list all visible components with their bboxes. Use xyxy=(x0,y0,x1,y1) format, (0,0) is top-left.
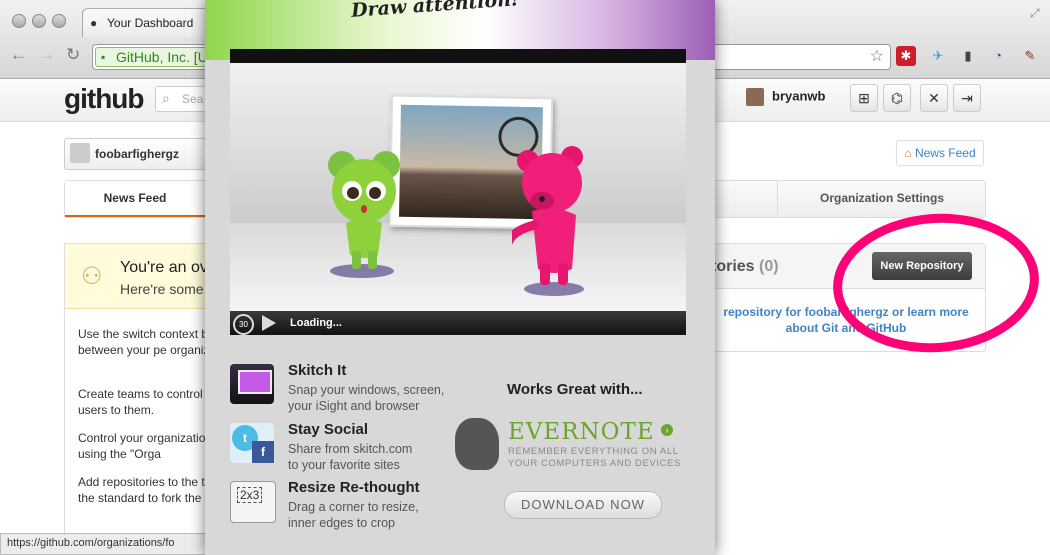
pink-monster xyxy=(512,146,584,296)
feature-desc-1: Drag a corner to resize, xyxy=(288,500,419,514)
context-name: foobarfighergz xyxy=(95,147,179,161)
evernote-slogan-line: YOUR COMPUTERS AND DEVICES xyxy=(508,458,681,469)
welcome-title: You're an ov xyxy=(120,259,208,276)
welcome-subtitle: Here're some xyxy=(120,281,204,297)
feature-title: Skitch It xyxy=(288,362,347,379)
browser-tab[interactable]: ● Your Dashboard xyxy=(82,8,214,37)
evernote-logo[interactable]: EVERNOTE xyxy=(508,419,655,445)
skitch-it-icon xyxy=(230,364,274,404)
evernote-slogan: REMEMBER EVERYTHING ON ALL YOUR COMPUTER… xyxy=(508,446,681,470)
video-floor xyxy=(230,223,686,311)
green-monster xyxy=(328,151,400,278)
ssl-identity[interactable]: ▪ GitHub, Inc. [U xyxy=(95,47,215,67)
video-frame xyxy=(230,63,686,311)
phone-extension-icon[interactable]: ▮ xyxy=(958,46,978,66)
repositories-title-text: tories xyxy=(711,258,755,275)
tab-organization-settings[interactable]: Organization Settings xyxy=(777,181,986,217)
search-icon: ⌕ xyxy=(162,90,170,106)
fullscreen-icon[interactable]: ⤢ xyxy=(1030,6,1040,21)
feature-desc-1: Snap your windows, screen, xyxy=(288,383,445,397)
player-controls: 30 Loading... xyxy=(230,311,686,335)
new-repo-icon[interactable]: ⊞ xyxy=(850,84,878,112)
welcome-panel: ⚇ You're an ov Here're some Use the swit… xyxy=(64,243,216,545)
video-player[interactable]: 30 Loading... xyxy=(230,49,686,335)
news-feed-button[interactable]: ⌂ News Feed xyxy=(896,140,984,166)
help-paragraph: Add repositories to the the right or the… xyxy=(78,475,215,505)
forward-icon[interactable]: → xyxy=(38,45,55,65)
logout-icon[interactable]: ⇥ xyxy=(953,84,981,112)
resize-icon: 2x3 xyxy=(230,481,276,523)
settings-tools-icon[interactable]: ✕ xyxy=(920,84,948,112)
evernote-slogan-line: REMEMBER EVERYTHING ON ALL xyxy=(508,446,679,457)
broadcast-icon[interactable]: ⌬ xyxy=(883,84,911,112)
repositories-title: tories (0) xyxy=(711,258,779,276)
minimize-window-icon[interactable] xyxy=(32,14,46,28)
zoom-window-icon[interactable] xyxy=(52,14,66,28)
play-icon[interactable] xyxy=(262,315,276,331)
speed-extension-icon[interactable]: ◔ xyxy=(988,46,1008,66)
feature-desc-1: Share from skitch.com xyxy=(288,442,413,456)
help-paragraph: Control your organization settings using… xyxy=(78,431,215,461)
username: bryanwb xyxy=(772,88,826,104)
help-paragraph: Use the switch context b switch between … xyxy=(78,327,215,357)
lastpass-icon[interactable]: ✱ xyxy=(896,46,916,66)
welcome-box: ⚇ You're an ov Here're some xyxy=(65,244,215,309)
team-icon: ⚇ xyxy=(81,263,103,290)
skip-back-icon[interactable]: 30 xyxy=(233,314,254,335)
reload-icon[interactable]: ↻ xyxy=(66,45,80,65)
lock-icon: ▪ xyxy=(101,50,106,64)
user-menu[interactable]: bryanwb xyxy=(746,88,825,106)
tab-title: Your Dashboard xyxy=(107,16,194,30)
rss-icon: ⌂ xyxy=(904,146,912,160)
arrow-right-icon[interactable]: › xyxy=(661,424,673,436)
bird-extension-icon[interactable]: ✈ xyxy=(928,46,948,66)
search-placeholder: Sea xyxy=(182,92,204,106)
repositories-count: (0) xyxy=(759,258,779,275)
github-logo[interactable]: github xyxy=(64,83,145,115)
skitch-tagline: Draw attention! xyxy=(350,0,520,22)
context-switcher[interactable]: foobarfighergz xyxy=(64,138,209,170)
help-paragraph: Create teams to control then add users t… xyxy=(78,387,215,417)
ssl-identity-label: GitHub, Inc. [U xyxy=(116,49,208,65)
close-window-icon[interactable] xyxy=(12,14,26,28)
twitter-facebook-icon: t f xyxy=(230,423,274,463)
resize-icon-label: 2x3 xyxy=(237,487,263,503)
evernote-elephant-icon[interactable] xyxy=(455,418,499,470)
download-now-button[interactable]: DOWNLOAD NOW xyxy=(504,491,662,519)
back-icon[interactable]: ← xyxy=(10,45,27,65)
status-bar: https://github.com/organizations/fo xyxy=(0,533,223,555)
star-icon[interactable]: ☆ xyxy=(870,46,884,66)
feature-desc-2: inner edges to crop xyxy=(288,516,396,530)
tab-news-feed[interactable]: News Feed xyxy=(65,181,205,217)
feature-desc-2: to your favorite sites xyxy=(288,458,400,472)
github-favicon-icon: ● xyxy=(90,16,98,30)
news-feed-button-label: News Feed xyxy=(914,146,976,160)
feature-title: Resize Re-thought xyxy=(288,479,420,496)
feature-desc-2: your iSight and browser xyxy=(288,399,420,413)
search-input[interactable]: ⌕ Sea xyxy=(155,86,207,112)
avatar xyxy=(746,88,764,106)
works-great-with: Works Great with... xyxy=(507,381,643,398)
player-status: Loading... xyxy=(290,317,342,329)
feature-title: Stay Social xyxy=(288,421,369,438)
org-avatar xyxy=(70,143,90,163)
wrench-icon[interactable]: ✎ xyxy=(1020,46,1040,66)
skitch-promo-window: Draw attention! 30 Loading... Skitch It … xyxy=(205,0,715,555)
